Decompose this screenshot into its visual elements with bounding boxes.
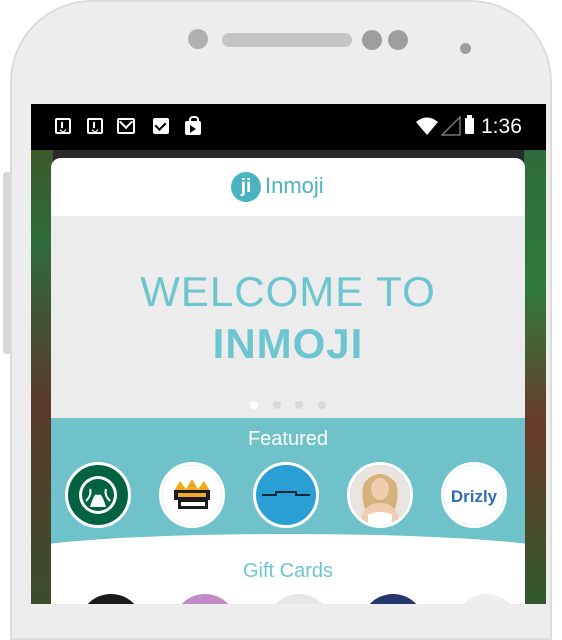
phone-frame: 1:36 ji Inmoji WELCOME TO INMOJI Feature…	[0, 0, 562, 640]
proximity-sensor	[362, 30, 382, 50]
battery-icon	[465, 115, 474, 134]
welcome-brand: INMOJI	[212, 320, 364, 367]
gift-cards-title: Gift Cards	[242, 560, 334, 582]
notification-led	[460, 43, 471, 54]
dialog-header: ji Inmoji	[51, 158, 525, 216]
welcome-dialog: ji Inmoji WELCOME TO INMOJI Featured Dri…	[51, 158, 525, 604]
signal-icon	[441, 116, 461, 136]
background-app-strip	[524, 150, 546, 604]
box-logo[interactable]	[253, 462, 319, 528]
drizly-logo-text: Drizly	[451, 487, 498, 506]
welcome-heading: WELCOME TO	[140, 268, 436, 315]
pager-dot[interactable]	[272, 401, 281, 409]
checkbox-icon	[153, 118, 169, 134]
pager-dot[interactable]	[317, 401, 326, 409]
play-store-icon	[185, 116, 201, 135]
download-icon	[87, 118, 103, 134]
status-bar: 1:36	[31, 104, 546, 150]
wifi-icon	[416, 117, 438, 135]
featured-title: Featured	[247, 428, 329, 450]
carousel-pager[interactable]	[51, 396, 525, 414]
background-app-strip	[31, 150, 53, 604]
light-sensor	[388, 30, 408, 50]
pager-dot[interactable]	[250, 401, 259, 409]
clock: 1:36	[481, 115, 522, 138]
inmoji-logo-icon: ji	[231, 172, 261, 202]
starbucks-logo[interactable]	[65, 462, 131, 528]
person-logo[interactable]	[347, 462, 413, 528]
featured-section: Featured Drizly	[51, 418, 525, 574]
download-icon	[55, 118, 71, 134]
front-camera	[188, 29, 208, 49]
welcome-carousel[interactable]: WELCOME TO INMOJI	[51, 216, 525, 418]
drizly-logo[interactable]: Drizly	[441, 462, 507, 528]
app-name: Inmoji	[265, 173, 324, 198]
phone-screen: 1:36 ji Inmoji WELCOME TO INMOJI Feature…	[31, 104, 546, 604]
draftkings-logo[interactable]	[159, 462, 225, 528]
featured-logos: Drizly	[65, 462, 525, 532]
pager-dot[interactable]	[295, 401, 304, 409]
side-button	[3, 172, 11, 354]
earpiece-speaker	[222, 33, 352, 47]
gmail-icon	[117, 118, 135, 134]
